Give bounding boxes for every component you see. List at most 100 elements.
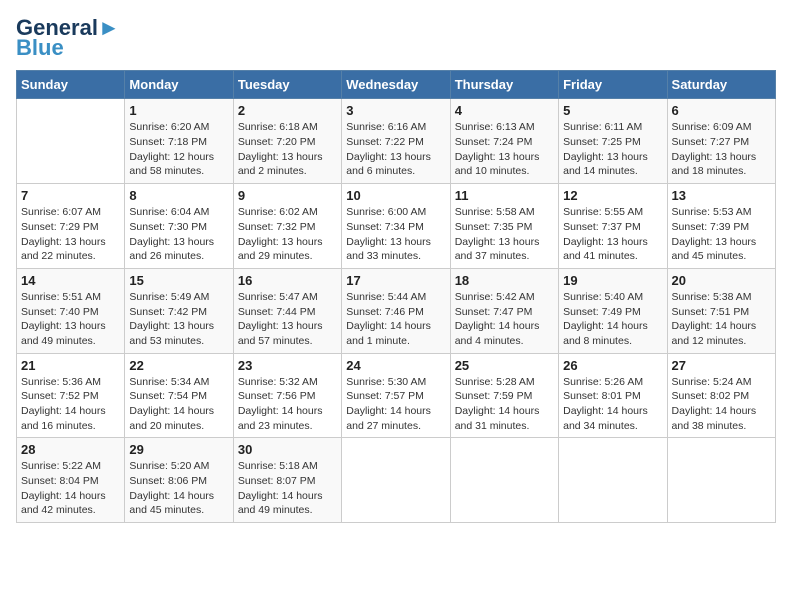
- day-info: Sunrise: 5:20 AM Sunset: 8:06 PM Dayligh…: [129, 459, 228, 518]
- calendar-week-5: 28 Sunrise: 5:22 AM Sunset: 8:04 PM Dayli…: [17, 438, 776, 523]
- day-number: 25: [455, 358, 554, 373]
- day-info: Sunrise: 5:55 AM Sunset: 7:37 PM Dayligh…: [563, 205, 662, 264]
- calendar-cell: 29 Sunrise: 5:20 AM Sunset: 8:06 PM Dayli…: [125, 438, 233, 523]
- day-number: 19: [563, 273, 662, 288]
- day-info: Sunrise: 6:00 AM Sunset: 7:34 PM Dayligh…: [346, 205, 445, 264]
- calendar-cell: 27Sunrise: 5:24 AM Sunset: 8:02 PM Dayli…: [667, 353, 775, 438]
- calendar-cell: [17, 99, 125, 184]
- calendar-week-2: 7 Sunrise: 6:07 AM Sunset: 7:29 PM Daylig…: [17, 184, 776, 269]
- day-number: 1: [129, 103, 228, 118]
- calendar-cell: 14Sunrise: 5:51 AM Sunset: 7:40 PM Dayli…: [17, 268, 125, 353]
- calendar-cell: 9Sunrise: 6:02 AM Sunset: 7:32 PM Daylig…: [233, 184, 341, 269]
- day-info: Sunrise: 5:51 AM Sunset: 7:40 PM Dayligh…: [21, 290, 120, 349]
- calendar-cell: 13 Sunrise: 5:53 AM Sunset: 7:39 PM Dayli…: [667, 184, 775, 269]
- day-number: 9: [238, 188, 337, 203]
- day-info: Sunrise: 5:58 AM Sunset: 7:35 PM Dayligh…: [455, 205, 554, 264]
- day-info: Sunrise: 5:53 AM Sunset: 7:39 PM Dayligh…: [672, 205, 771, 264]
- calendar-cell: 15Sunrise: 5:49 AM Sunset: 7:42 PM Dayli…: [125, 268, 233, 353]
- day-info: Sunrise: 5:42 AM Sunset: 7:47 PM Dayligh…: [455, 290, 554, 349]
- calendar-cell: 19 Sunrise: 5:40 AM Sunset: 7:49 PM Dayli…: [559, 268, 667, 353]
- calendar-cell: 5Sunrise: 6:11 AM Sunset: 7:25 PM Daylig…: [559, 99, 667, 184]
- day-info: Sunrise: 6:04 AM Sunset: 7:30 PM Dayligh…: [129, 205, 228, 264]
- calendar-cell: 23Sunrise: 5:32 AM Sunset: 7:56 PM Dayli…: [233, 353, 341, 438]
- day-number: 2: [238, 103, 337, 118]
- day-number: 6: [672, 103, 771, 118]
- day-info: Sunrise: 5:26 AM Sunset: 8:01 PM Dayligh…: [563, 375, 662, 434]
- day-number: 30: [238, 442, 337, 457]
- day-info: Sunrise: 6:20 AM Sunset: 7:18 PM Dayligh…: [129, 120, 228, 179]
- day-number: 18: [455, 273, 554, 288]
- day-number: 28: [21, 442, 120, 457]
- day-number: 29: [129, 442, 228, 457]
- day-number: 27: [672, 358, 771, 373]
- day-number: 17: [346, 273, 445, 288]
- calendar-cell: 12 Sunrise: 5:55 AM Sunset: 7:37 PM Dayli…: [559, 184, 667, 269]
- calendar-cell: 2 Sunrise: 6:18 AM Sunset: 7:20 PM Daylig…: [233, 99, 341, 184]
- day-number: 13: [672, 188, 771, 203]
- calendar-cell: 6 Sunrise: 6:09 AM Sunset: 7:27 PM Daylig…: [667, 99, 775, 184]
- day-info: Sunrise: 6:18 AM Sunset: 7:20 PM Dayligh…: [238, 120, 337, 179]
- calendar-week-3: 14Sunrise: 5:51 AM Sunset: 7:40 PM Dayli…: [17, 268, 776, 353]
- day-info: Sunrise: 5:38 AM Sunset: 7:51 PM Dayligh…: [672, 290, 771, 349]
- day-info: Sunrise: 5:40 AM Sunset: 7:49 PM Dayligh…: [563, 290, 662, 349]
- calendar-week-1: 1 Sunrise: 6:20 AM Sunset: 7:18 PM Daylig…: [17, 99, 776, 184]
- calendar-cell: 11 Sunrise: 5:58 AM Sunset: 7:35 PM Dayli…: [450, 184, 558, 269]
- calendar-cell: [667, 438, 775, 523]
- day-info: Sunrise: 6:09 AM Sunset: 7:27 PM Dayligh…: [672, 120, 771, 179]
- day-info: Sunrise: 5:44 AM Sunset: 7:46 PM Dayligh…: [346, 290, 445, 349]
- day-number: 4: [455, 103, 554, 118]
- day-number: 26: [563, 358, 662, 373]
- day-info: Sunrise: 5:18 AM Sunset: 8:07 PM Dayligh…: [238, 459, 337, 518]
- calendar-cell: 25 Sunrise: 5:28 AM Sunset: 7:59 PM Dayli…: [450, 353, 558, 438]
- calendar-cell: 20 Sunrise: 5:38 AM Sunset: 7:51 PM Dayli…: [667, 268, 775, 353]
- weekday-header-sunday: Sunday: [17, 71, 125, 99]
- weekday-header-saturday: Saturday: [667, 71, 775, 99]
- day-number: 16: [238, 273, 337, 288]
- day-info: Sunrise: 6:16 AM Sunset: 7:22 PM Dayligh…: [346, 120, 445, 179]
- calendar-cell: 18 Sunrise: 5:42 AM Sunset: 7:47 PM Dayli…: [450, 268, 558, 353]
- day-number: 12: [563, 188, 662, 203]
- calendar-cell: 7 Sunrise: 6:07 AM Sunset: 7:29 PM Daylig…: [17, 184, 125, 269]
- day-info: Sunrise: 5:49 AM Sunset: 7:42 PM Dayligh…: [129, 290, 228, 349]
- weekday-header-thursday: Thursday: [450, 71, 558, 99]
- page-header: General► Blue: [16, 16, 776, 60]
- day-info: Sunrise: 5:28 AM Sunset: 7:59 PM Dayligh…: [455, 375, 554, 434]
- calendar-cell: 26 Sunrise: 5:26 AM Sunset: 8:01 PM Dayli…: [559, 353, 667, 438]
- weekday-header-monday: Monday: [125, 71, 233, 99]
- calendar-week-4: 21Sunrise: 5:36 AM Sunset: 7:52 PM Dayli…: [17, 353, 776, 438]
- day-number: 11: [455, 188, 554, 203]
- calendar-cell: 21Sunrise: 5:36 AM Sunset: 7:52 PM Dayli…: [17, 353, 125, 438]
- calendar-cell: 30 Sunrise: 5:18 AM Sunset: 8:07 PM Dayli…: [233, 438, 341, 523]
- calendar-cell: [450, 438, 558, 523]
- day-info: Sunrise: 6:07 AM Sunset: 7:29 PM Dayligh…: [21, 205, 120, 264]
- day-number: 23: [238, 358, 337, 373]
- calendar-cell: 22 Sunrise: 5:34 AM Sunset: 7:54 PM Dayli…: [125, 353, 233, 438]
- day-info: Sunrise: 5:34 AM Sunset: 7:54 PM Dayligh…: [129, 375, 228, 434]
- day-number: 22: [129, 358, 228, 373]
- calendar-cell: 1 Sunrise: 6:20 AM Sunset: 7:18 PM Daylig…: [125, 99, 233, 184]
- weekday-header-tuesday: Tuesday: [233, 71, 341, 99]
- weekday-header-wednesday: Wednesday: [342, 71, 450, 99]
- day-number: 24: [346, 358, 445, 373]
- calendar-cell: 17 Sunrise: 5:44 AM Sunset: 7:46 PM Dayli…: [342, 268, 450, 353]
- day-info: Sunrise: 5:22 AM Sunset: 8:04 PM Dayligh…: [21, 459, 120, 518]
- calendar-cell: 4 Sunrise: 6:13 AM Sunset: 7:24 PM Daylig…: [450, 99, 558, 184]
- day-number: 8: [129, 188, 228, 203]
- logo-text: General► Blue: [16, 16, 120, 60]
- calendar-table: SundayMondayTuesdayWednesdayThursdayFrid…: [16, 70, 776, 523]
- calendar-cell: 8 Sunrise: 6:04 AM Sunset: 7:30 PM Daylig…: [125, 184, 233, 269]
- day-number: 10: [346, 188, 445, 203]
- day-info: Sunrise: 6:11 AM Sunset: 7:25 PM Dayligh…: [563, 120, 662, 179]
- day-info: Sunrise: 5:30 AM Sunset: 7:57 PM Dayligh…: [346, 375, 445, 434]
- calendar-cell: 28 Sunrise: 5:22 AM Sunset: 8:04 PM Dayli…: [17, 438, 125, 523]
- day-number: 7: [21, 188, 120, 203]
- weekday-header-row: SundayMondayTuesdayWednesdayThursdayFrid…: [17, 71, 776, 99]
- day-number: 21: [21, 358, 120, 373]
- calendar-cell: 16 Sunrise: 5:47 AM Sunset: 7:44 PM Dayli…: [233, 268, 341, 353]
- logo: General► Blue: [16, 16, 120, 60]
- calendar-cell: 10 Sunrise: 6:00 AM Sunset: 7:34 PM Dayli…: [342, 184, 450, 269]
- day-info: Sunrise: 5:47 AM Sunset: 7:44 PM Dayligh…: [238, 290, 337, 349]
- day-info: Sunrise: 6:13 AM Sunset: 7:24 PM Dayligh…: [455, 120, 554, 179]
- day-number: 20: [672, 273, 771, 288]
- day-number: 3: [346, 103, 445, 118]
